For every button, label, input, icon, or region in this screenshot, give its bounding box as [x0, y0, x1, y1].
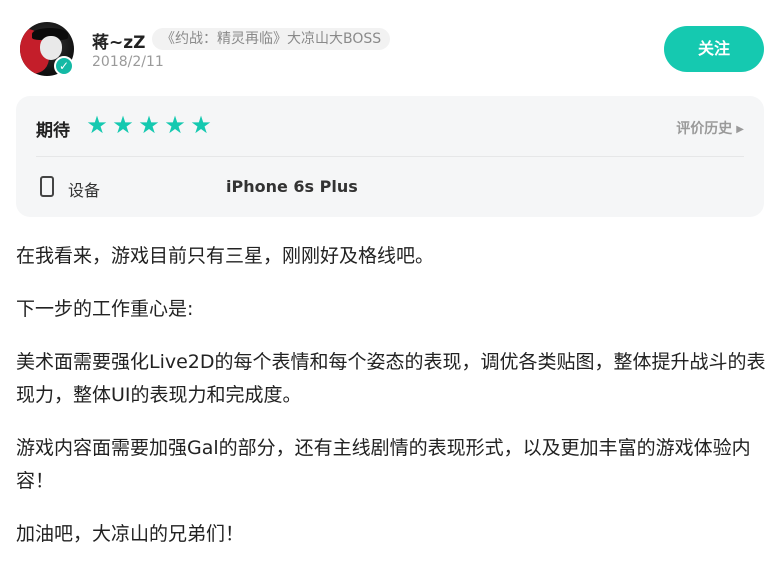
- review-paragraph: 加油吧，大凉山的兄弟们！: [16, 523, 245, 545]
- verified-check-icon: ✓: [54, 56, 74, 76]
- phone-icon: [40, 176, 54, 197]
- star-icon: ★: [164, 111, 186, 139]
- star-rating: ★ ★ ★ ★ ★: [86, 111, 216, 139]
- device-label: 设备: [68, 181, 101, 200]
- review-paragraph: 美术面需要强化Live2D的每个表情和每个姿态的表现，调优各类贴图，整体提升战斗…: [16, 351, 766, 406]
- chevron-right-icon: ▶: [736, 124, 744, 135]
- user-title-tag: 《约战：精灵再临》大凉山大BOSS: [152, 28, 391, 50]
- review-paragraph: 游戏内容面需要加强Gal的部分，还有主线剧情的表现形式，以及更加丰富的游戏体验内…: [16, 437, 751, 492]
- follow-button[interactable]: 关注: [664, 26, 764, 72]
- rating-card: 期待 ★ ★ ★ ★ ★ 评价历史 ▶ 设备 iPhone 6s Plus: [16, 96, 764, 217]
- star-icon: ★: [86, 111, 108, 139]
- star-icon: ★: [190, 111, 212, 139]
- device-value: iPhone 6s Plus: [226, 177, 358, 196]
- star-icon: ★: [112, 111, 134, 139]
- review-body: 在我看来，游戏目前只有三星，刚刚好及格线吧。 下一步的工作重心是: 美术面需要强…: [16, 240, 768, 571]
- review-date: 2018/2/11: [92, 54, 164, 70]
- rating-label: 期待: [36, 121, 70, 141]
- star-icon: ★: [138, 111, 160, 139]
- review-header: ✓ 蒋~zZ 《约战：精灵再临》大凉山大BOSS 2018/2/11 关注: [20, 22, 765, 78]
- review-paragraph: 在我看来，游戏目前只有三星，刚刚好及格线吧。: [16, 245, 435, 267]
- card-divider: [36, 156, 744, 157]
- rating-history-label: 评价历史: [676, 121, 733, 137]
- username[interactable]: 蒋~zZ: [92, 28, 145, 53]
- rating-history-link[interactable]: 评价历史 ▶: [676, 118, 744, 138]
- review-paragraph: 下一步的工作重心是:: [16, 298, 194, 320]
